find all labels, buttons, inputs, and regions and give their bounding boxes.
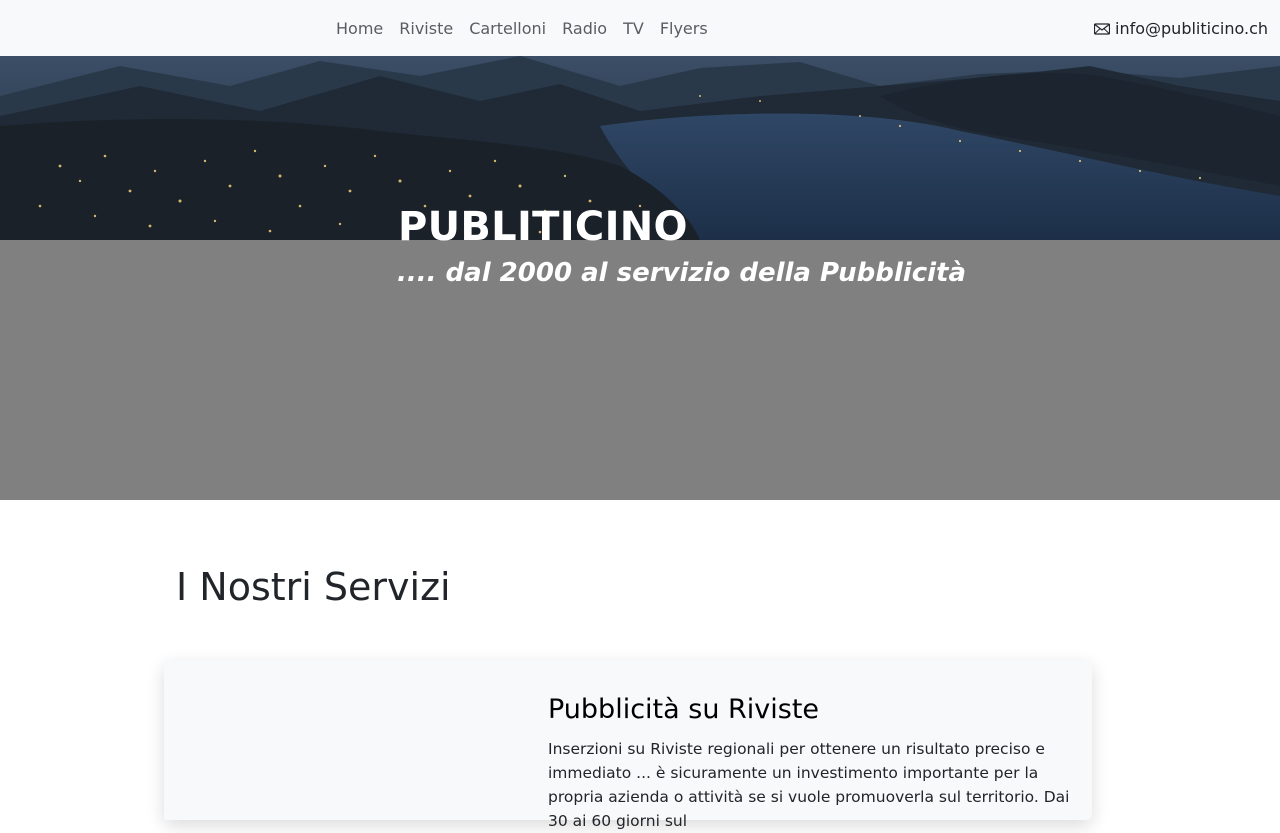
nav-link-tv[interactable]: TV bbox=[615, 19, 652, 38]
nav-link-flyers[interactable]: Flyers bbox=[652, 19, 716, 38]
services-heading: I Nostri Servizi bbox=[176, 565, 451, 609]
hero-title: PUBLITICINO bbox=[398, 204, 688, 250]
email-link[interactable]: info@publiticino.ch bbox=[1093, 0, 1268, 56]
nav-link-radio[interactable]: Radio bbox=[554, 19, 615, 38]
service-card-title: Pubblicità su Riviste bbox=[548, 694, 820, 725]
nav-link-cartelloni[interactable]: Cartelloni bbox=[461, 19, 554, 38]
service-card-riviste: Pubblicità su Riviste Inserzioni su Rivi… bbox=[164, 660, 1092, 830]
service-card-text: Inserzioni su Riviste regionali per otte… bbox=[548, 740, 1070, 830]
mail-icon bbox=[1093, 21, 1111, 37]
service-card-image bbox=[164, 660, 534, 820]
email-text: info@publiticino.ch bbox=[1115, 18, 1268, 38]
hero-section: PUBLITICINO .... dal 2000 al servizio de… bbox=[0, 56, 1280, 500]
nav-link-home[interactable]: Home bbox=[328, 19, 391, 38]
nav-link-riviste[interactable]: Riviste bbox=[391, 19, 461, 38]
hero-subtitle: .... dal 2000 al servizio della Pubblici… bbox=[397, 258, 967, 288]
navbar: Home Riviste Cartelloni Radio TV Flyers … bbox=[0, 0, 1280, 56]
nav-links: Home Riviste Cartelloni Radio TV Flyers bbox=[328, 0, 716, 56]
